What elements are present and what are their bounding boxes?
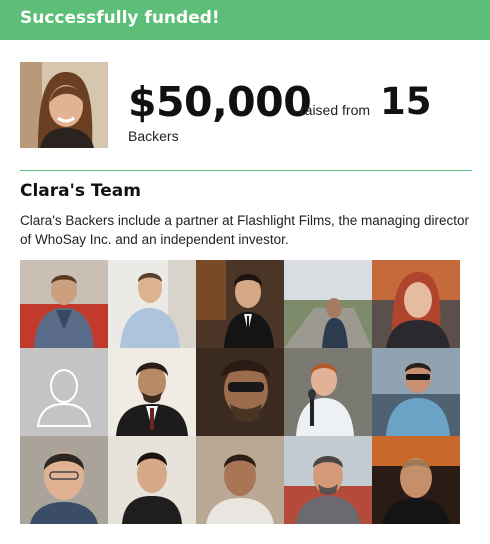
backer-photo[interactable] xyxy=(108,260,196,348)
backer-photo[interactable] xyxy=(196,436,284,524)
funded-banner: Successfully funded! xyxy=(0,0,490,40)
backer-photo[interactable] xyxy=(372,260,460,348)
backer-photo[interactable] xyxy=(284,260,372,348)
raised-from-label: raised from xyxy=(300,102,371,118)
backer-photo[interactable] xyxy=(196,348,284,436)
backer-photo[interactable] xyxy=(196,260,284,348)
backer-photo[interactable] xyxy=(284,436,372,524)
backer-photo[interactable] xyxy=(284,348,372,436)
founder-avatar[interactable] xyxy=(20,62,108,148)
backer-photo[interactable] xyxy=(372,348,460,436)
backers-count: 15 xyxy=(380,80,432,123)
section-divider xyxy=(20,170,472,171)
backer-photo[interactable] xyxy=(108,348,196,436)
backer-photo[interactable] xyxy=(20,348,108,436)
team-description: Clara's Backers include a partner at Fla… xyxy=(20,213,470,247)
backer-photo[interactable] xyxy=(372,436,460,524)
backers-label: Backers xyxy=(128,128,179,144)
team-heading: Clara's Team xyxy=(20,181,141,201)
backers-grid xyxy=(20,260,460,524)
funding-amount: $50,000 xyxy=(128,78,312,126)
funded-banner-text: Successfully funded! xyxy=(20,8,220,28)
default-avatar-icon xyxy=(20,348,108,436)
backer-photo[interactable] xyxy=(108,436,196,524)
backer-photo[interactable] xyxy=(20,436,108,524)
backer-photo[interactable] xyxy=(20,260,108,348)
